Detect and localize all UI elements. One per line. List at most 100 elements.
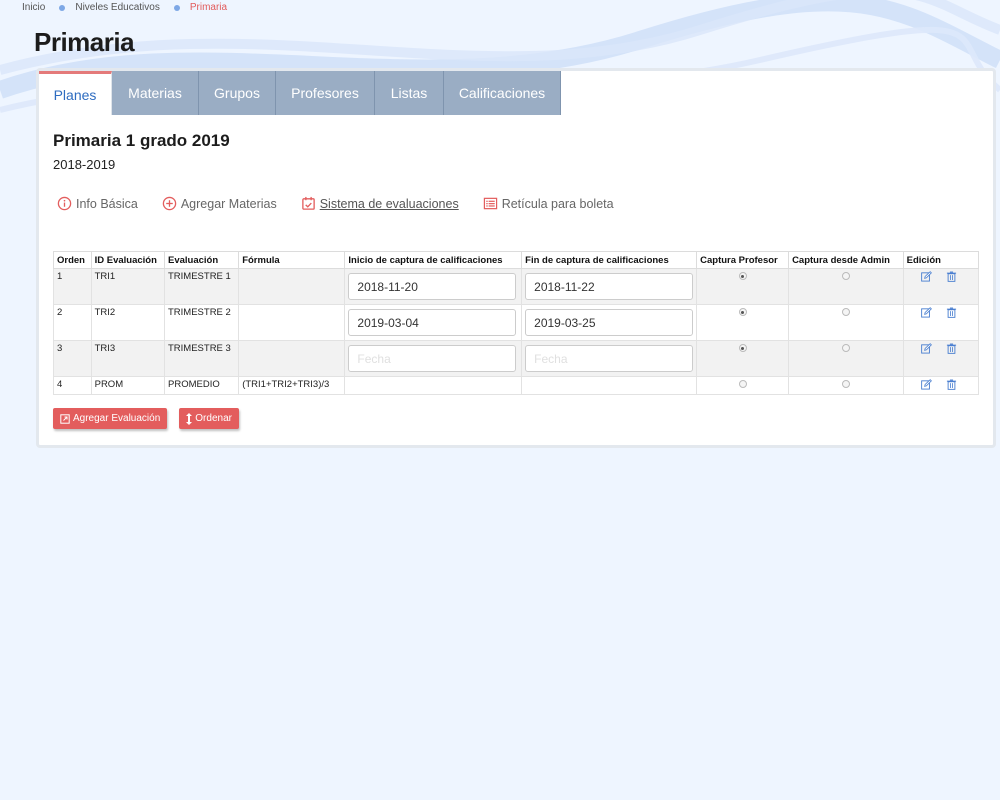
column-header: Fórmula [238, 251, 346, 269]
cell-fin [521, 268, 698, 305]
tab-grupos[interactable]: Grupos [199, 71, 276, 115]
cell-formula [238, 304, 346, 341]
cell-formula [238, 268, 346, 305]
end-date-input[interactable] [525, 345, 694, 372]
cell-orden: 3 [53, 340, 92, 377]
breadcrumb-inicio[interactable]: Inicio [22, 2, 45, 13]
cell-orden: 1 [53, 268, 92, 305]
subnav-sistema-evaluaciones[interactable]: Sistema de evaluaciones [301, 196, 459, 211]
cell-orden-text: 1 [57, 271, 63, 282]
tab-profesores[interactable]: Profesores [276, 71, 375, 115]
cell-captura-profesor [696, 268, 790, 305]
trash-icon[interactable] [946, 343, 957, 354]
captura-admin-radio[interactable] [841, 272, 850, 280]
tab-planes[interactable]: Planes [39, 71, 112, 115]
breadcrumb-primaria: Primaria [189, 2, 228, 13]
cell-edicion [902, 376, 980, 395]
row-actions [907, 343, 975, 354]
start-date-input[interactable] [348, 345, 517, 372]
subnav-reticula-boleta[interactable]: Retícula para boleta [483, 196, 614, 211]
captura-admin-radio[interactable] [841, 344, 850, 352]
evaluations-table: Orden ID Evaluación Evaluación Fórmula I… [53, 251, 980, 395]
add-evaluation-button[interactable]: Agregar Evaluación [53, 408, 168, 429]
tab-calificaciones[interactable]: Calificaciones [444, 71, 561, 115]
add-evaluation-label: Agregar Evaluación [73, 413, 161, 424]
edit-icon[interactable] [920, 307, 932, 318]
captura-profesor-radio[interactable] [738, 272, 747, 280]
cell-captura-profesor [696, 304, 790, 341]
tab-materias[interactable]: Materias [112, 71, 199, 115]
plan-year: 2018-2019 [53, 157, 116, 172]
cell-evaluacion: PROMEDIO [163, 376, 240, 395]
captura-profesor-radio[interactable] [738, 380, 747, 388]
cell-id-evaluacion-text: TRI2 [94, 307, 116, 318]
info-icon [57, 196, 72, 211]
cell-fin [521, 376, 698, 395]
tab-listas[interactable]: Listas [375, 71, 444, 115]
cell-inicio [344, 376, 523, 395]
column-header: Fin de captura de calificaciones [521, 251, 698, 269]
cell-evaluacion-text: TRIMESTRE 2 [168, 307, 231, 318]
cell-evaluacion-text: PROMEDIO [168, 379, 220, 390]
column-header: Edición [902, 251, 980, 269]
edit-icon[interactable] [920, 343, 932, 354]
plus-circle-icon [162, 196, 177, 211]
column-header: Captura Profesor [696, 251, 790, 269]
cell-orden-text: 4 [57, 379, 63, 390]
page-title: Primaria [34, 27, 135, 57]
captura-profesor-radio[interactable] [738, 344, 747, 352]
cell-evaluacion: TRIMESTRE 1 [163, 268, 240, 305]
breadcrumb: Inicio Niveles Educativos Primaria [22, 2, 227, 13]
sort-label: Ordenar [195, 413, 232, 424]
subnav-info-basica[interactable]: Info Básica [57, 196, 138, 211]
subnav-agregar-materias[interactable]: Agregar Materias [162, 196, 277, 211]
cell-edicion [902, 304, 980, 341]
cell-fin [521, 304, 698, 341]
column-header: Inicio de captura de calificaciones [344, 251, 523, 269]
cell-edicion [902, 268, 980, 305]
cell-orden-text: 3 [57, 343, 63, 354]
cell-captura-profesor [696, 340, 790, 377]
subnav-label: Info Básica [76, 196, 138, 211]
cell-formula-text: (TRI1+TRI2+TRI3)/3 [242, 379, 330, 390]
cell-id-evaluacion: TRI2 [90, 304, 166, 341]
cell-fin [521, 340, 698, 377]
cell-id-evaluacion: PROM [90, 376, 166, 395]
cell-captura-admin [788, 268, 904, 305]
trash-icon[interactable] [946, 271, 957, 282]
sort-button[interactable]: Ordenar [179, 408, 239, 429]
external-link-icon [60, 413, 70, 424]
column-header: Orden [53, 251, 92, 269]
cell-id-evaluacion-text: TRI1 [94, 271, 116, 282]
table-row: 2 TRI2 TRIMESTRE 2 [53, 304, 980, 341]
cell-id-evaluacion: TRI1 [90, 268, 166, 305]
cell-orden-text: 2 [57, 307, 63, 318]
cell-orden: 4 [53, 376, 92, 395]
trash-icon[interactable] [946, 379, 957, 390]
cell-orden: 2 [53, 304, 92, 341]
cell-inicio [344, 268, 523, 305]
cell-id-evaluacion-text: PROM [94, 379, 124, 390]
list-icon [483, 196, 498, 211]
start-date-input[interactable] [348, 273, 517, 300]
end-date-input[interactable] [525, 273, 694, 300]
cell-captura-admin [788, 304, 904, 341]
column-header: ID Evaluación [90, 251, 166, 269]
row-actions [907, 271, 975, 282]
cell-captura-admin [788, 340, 904, 377]
trash-icon[interactable] [946, 307, 957, 318]
captura-admin-radio[interactable] [841, 380, 850, 388]
captura-profesor-radio[interactable] [738, 308, 747, 316]
cell-evaluacion: TRIMESTRE 2 [163, 304, 240, 341]
cell-evaluacion-text: TRIMESTRE 3 [168, 343, 231, 354]
cell-evaluacion-text: TRIMESTRE 1 [168, 271, 231, 282]
captura-admin-radio[interactable] [841, 308, 850, 316]
start-date-input[interactable] [348, 309, 517, 336]
edit-icon[interactable] [920, 379, 932, 390]
cell-inicio [344, 340, 523, 377]
end-date-input[interactable] [525, 309, 694, 336]
cell-id-evaluacion: TRI3 [90, 340, 166, 377]
breadcrumb-niveles-educativos[interactable]: Niveles Educativos [75, 2, 159, 13]
edit-icon[interactable] [920, 271, 932, 282]
evaluations-table-body: 1 TRI1 TRIMESTRE 1 2 TRI2 TRIMESTRE 2 3 TRI3 T… [53, 268, 980, 395]
